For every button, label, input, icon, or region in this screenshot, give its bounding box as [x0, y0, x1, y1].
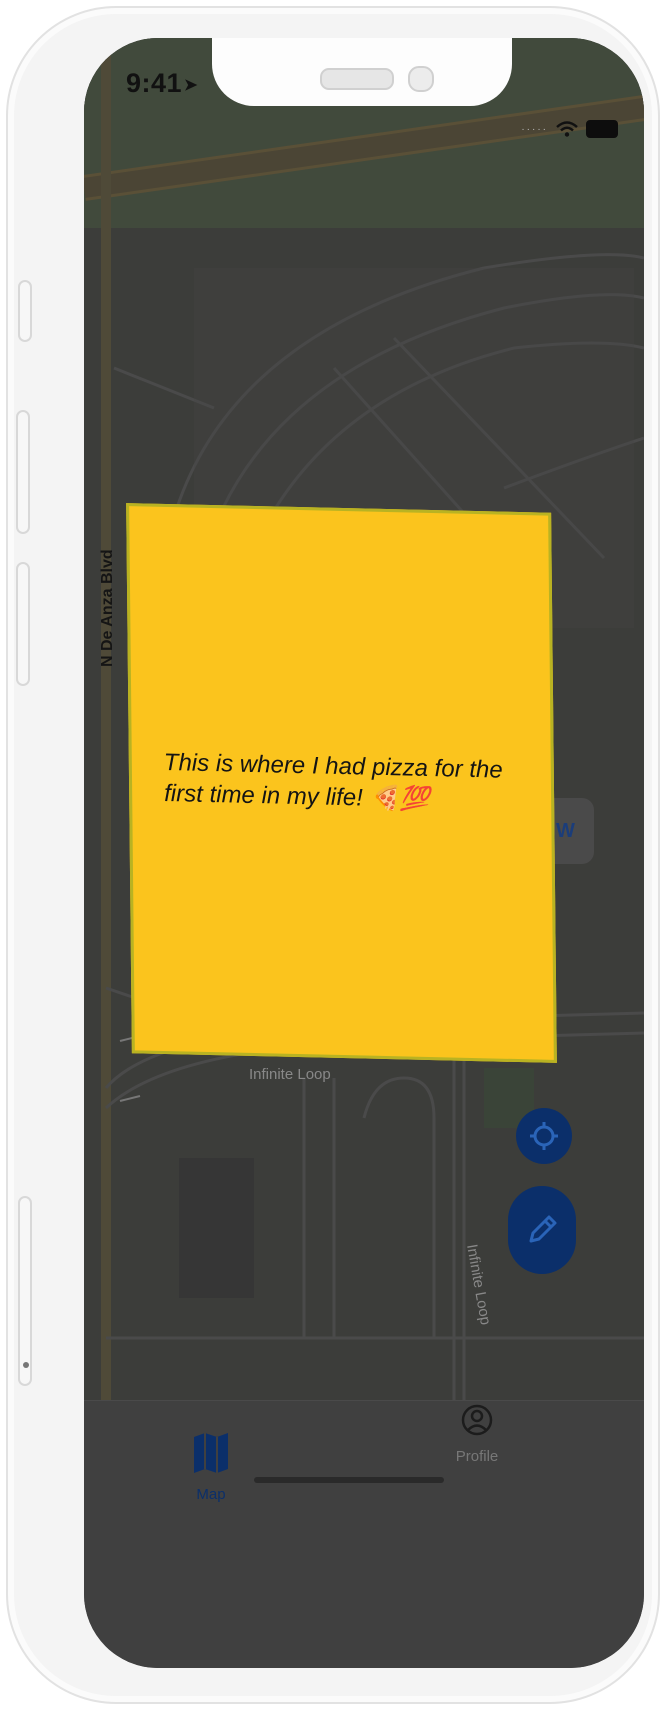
tab-bar: Map Profile — [84, 1400, 644, 1668]
status-time-text: 9:41 — [126, 68, 183, 98]
compose-note-button[interactable] — [508, 1186, 576, 1274]
volume-up-button — [16, 410, 30, 534]
tab-profile[interactable]: Profile — [432, 1403, 522, 1465]
location-arrow-icon: ➤ — [184, 77, 198, 94]
home-indicator — [254, 1477, 444, 1483]
status-time: 9:41 ➤ — [126, 68, 198, 99]
status-indicators: ····· — [521, 120, 618, 138]
wifi-icon — [556, 121, 578, 137]
mute-switch — [18, 280, 32, 342]
notch — [212, 38, 512, 106]
front-camera — [408, 66, 434, 92]
partial-button[interactable]: W — [550, 798, 594, 864]
battery-icon — [586, 120, 618, 138]
sim-tray — [18, 1196, 32, 1386]
note-card[interactable]: This is where I had pizza for the first … — [126, 503, 557, 1063]
map-icon — [194, 1433, 228, 1473]
location-target-icon — [530, 1122, 558, 1150]
person-circle-icon — [461, 1404, 493, 1436]
tab-map[interactable]: Map — [166, 1431, 256, 1503]
street-label-de-anza: N De Anza Blvd — [99, 549, 116, 667]
note-text: This is where I had pizza for the first … — [163, 748, 503, 813]
earpiece-speaker — [320, 68, 394, 90]
app-screen: N De Anza Blvd Infinite Loop Infinite Lo… — [84, 38, 644, 1668]
pencil-icon — [529, 1215, 557, 1243]
volume-down-button — [16, 562, 30, 686]
tab-profile-label: Profile — [455, 1448, 499, 1465]
cellular-signal-icon: ····· — [521, 123, 548, 135]
street-label-infinite-loop: Infinite Loop — [249, 1066, 331, 1083]
locate-me-button[interactable] — [516, 1108, 572, 1164]
tab-map-label: Map — [196, 1486, 226, 1503]
status-bar: 9:41 ➤ ····· — [84, 38, 644, 148]
